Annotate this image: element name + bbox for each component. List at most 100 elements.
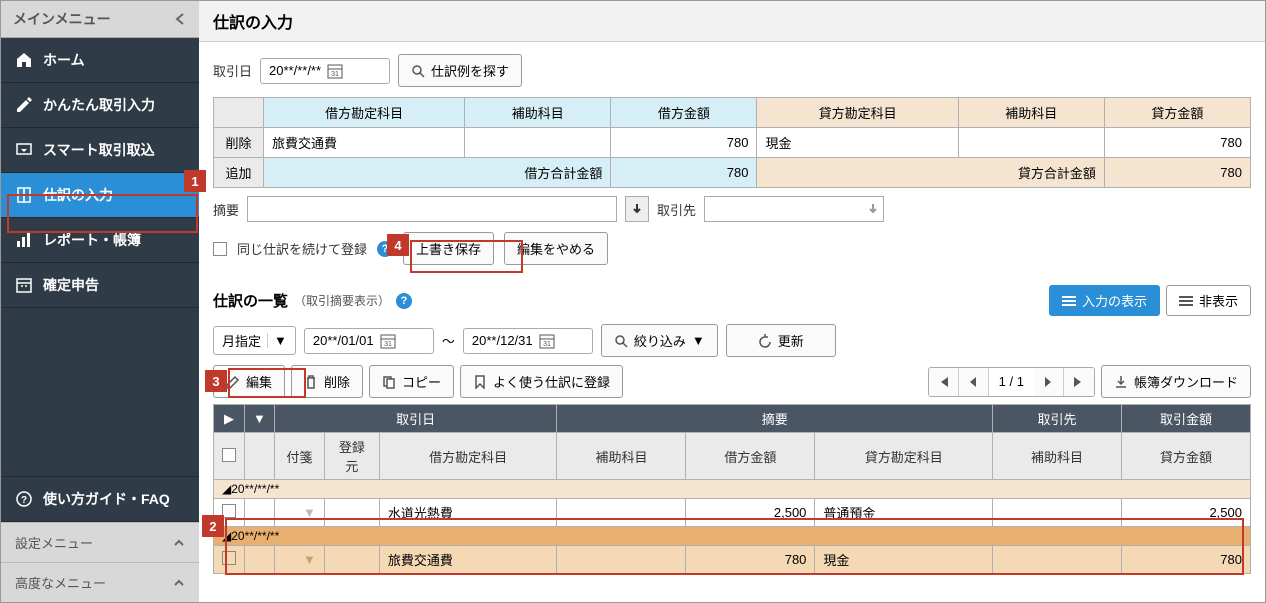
list-title: 仕訳の一覧 （取引摘要表示） ?: [213, 290, 412, 311]
row-tag[interactable]: ▼: [274, 546, 324, 574]
sidebar-advanced-menu[interactable]: 高度なメニュー: [1, 562, 199, 602]
narrow-button[interactable]: 絞り込み ▼: [601, 324, 718, 357]
row-source: [324, 499, 379, 527]
pager-last-button[interactable]: [1064, 368, 1094, 396]
list-item[interactable]: ▼ 旅費交通費 780 現金 780: [214, 546, 1251, 574]
row-checkbox[interactable]: [214, 546, 245, 574]
row-expand[interactable]: [245, 546, 275, 574]
date-from-input[interactable]: 20**/01/01 31: [304, 328, 434, 354]
th-debit-account: 借方勘定科目: [264, 98, 465, 128]
summary-dropdown-button[interactable]: [625, 196, 649, 222]
button-label: 絞り込み: [634, 331, 686, 350]
list-item[interactable]: ▼ 水道光熱費 2,500 普通預金 2,500: [214, 499, 1251, 527]
debit-sub-cell[interactable]: [465, 128, 611, 158]
row-tag[interactable]: ▼: [274, 499, 324, 527]
sidebar-item-reports[interactable]: レポート・帳簿: [1, 218, 199, 263]
credit-account-cell[interactable]: 現金: [757, 128, 958, 158]
sidebar-item-label: レポート・帳簿: [43, 230, 141, 250]
copy-icon: [382, 375, 396, 389]
debit-account-cell[interactable]: 旅費交通費: [264, 128, 465, 158]
pager-prev-button[interactable]: [959, 368, 989, 396]
total-row: 追加 借方合計金額 780 貸方合計金額 780: [214, 158, 1251, 188]
copy-button[interactable]: コピー: [369, 365, 454, 398]
sidebar-item-tax-return[interactable]: 確定申告: [1, 263, 199, 308]
continue-checkbox[interactable]: [213, 242, 227, 256]
button-label: 帳簿ダウンロード: [1134, 372, 1238, 391]
sidebar-item-journal-entry[interactable]: 仕訳の入力: [1, 173, 199, 218]
delete-row-button[interactable]: 削除: [214, 128, 264, 158]
row-credit-sub: [993, 499, 1122, 527]
pager-text: 1 / 1: [989, 374, 1034, 389]
sidebar-item-smart-import[interactable]: スマート取引取込: [1, 128, 199, 173]
next-icon: [1043, 376, 1053, 388]
help-icon[interactable]: ?: [396, 293, 412, 309]
view-show-button[interactable]: 入力の表示: [1049, 285, 1160, 316]
th-debit-sub: 補助科目: [465, 98, 611, 128]
debit-amount-cell[interactable]: 780: [611, 128, 757, 158]
row-debit-account: 旅費交通費: [379, 546, 557, 574]
first-icon: [936, 376, 950, 388]
overwrite-save-button[interactable]: 上書き保存: [403, 232, 494, 265]
th-partner: 取引先: [993, 405, 1122, 433]
page-title: 仕訳の入力: [199, 1, 1265, 42]
th-checkbox[interactable]: [214, 433, 245, 480]
row-debit-sub: [557, 546, 686, 574]
date-value: 20**/**/**: [269, 63, 321, 78]
th-collapse[interactable]: ▼: [245, 405, 275, 433]
debit-total-label: 借方合計金額: [264, 158, 611, 188]
arrow-down-icon: [631, 203, 643, 215]
sidebar-title: メインメニュー: [13, 9, 111, 29]
row-expand[interactable]: [245, 499, 275, 527]
chart-icon: [15, 231, 33, 249]
svg-text:31: 31: [331, 71, 339, 78]
caret-down-icon: ▼: [267, 333, 287, 348]
sidebar-footer: 設定メニュー 高度なメニュー: [1, 522, 199, 602]
sidebar-header: メインメニュー: [1, 1, 199, 38]
group-date-row[interactable]: ◢20**/**/**: [214, 527, 1251, 546]
summary-input[interactable]: [247, 196, 617, 222]
delete-button[interactable]: 削除: [291, 365, 363, 398]
view-hide-button[interactable]: 非表示: [1166, 285, 1251, 316]
sidebar-collapse-icon[interactable]: [173, 12, 187, 26]
pencil-icon: [226, 375, 240, 389]
refresh-icon: [758, 334, 772, 348]
credit-sub-cell[interactable]: [958, 128, 1104, 158]
button-label: 編集をやめる: [517, 239, 595, 258]
th-credit-sub: 補助科目: [958, 98, 1104, 128]
sidebar-item-easy-entry[interactable]: かんたん取引入力: [1, 83, 199, 128]
calendar-icon: [15, 276, 33, 294]
sidebar-item-faq[interactable]: ? 使い方ガイド・FAQ: [1, 476, 199, 522]
chevron-up-icon: [173, 539, 185, 547]
favorite-button[interactable]: よく使う仕訳に登録: [460, 365, 623, 398]
row-credit-amount: 2,500: [1121, 499, 1250, 527]
pager-first-button[interactable]: [929, 368, 959, 396]
button-label: 更新: [778, 331, 804, 350]
pencil-icon: [15, 96, 33, 114]
add-row-button[interactable]: 追加: [214, 158, 264, 188]
download-button[interactable]: 帳簿ダウンロード: [1101, 365, 1251, 398]
date-to-input[interactable]: 20**/12/31 31: [463, 328, 593, 354]
sidebar-item-home[interactable]: ホーム: [1, 38, 199, 83]
credit-amount-cell[interactable]: 780: [1104, 128, 1250, 158]
partner-input[interactable]: [704, 196, 884, 222]
callout-3: 3: [205, 370, 227, 392]
sidebar-settings-menu[interactable]: 設定メニュー: [1, 522, 199, 562]
row-credit-sub: [993, 546, 1122, 574]
search-example-button[interactable]: 仕訳例を探す: [398, 54, 522, 87]
period-select[interactable]: 月指定 ▼: [213, 326, 296, 355]
th-expand[interactable]: ▶: [214, 405, 245, 433]
button-label: 削除: [324, 372, 350, 391]
button-label: 非表示: [1199, 291, 1238, 310]
cancel-edit-button[interactable]: 編集をやめる: [504, 232, 608, 265]
th-tag: 付箋: [274, 433, 324, 480]
sidebar-footer-label: 設定メニュー: [15, 533, 93, 552]
refresh-button[interactable]: 更新: [726, 324, 836, 357]
th-amount: 取引金額: [1121, 405, 1250, 433]
pager-next-button[interactable]: [1034, 368, 1064, 396]
transaction-date-input[interactable]: 20**/**/** 31: [260, 58, 390, 84]
group-date-row[interactable]: ◢20**/**/**: [214, 480, 1251, 499]
button-label: よく使う仕訳に登録: [493, 372, 610, 391]
th-credit-account: 貸方勘定科目: [757, 98, 958, 128]
row-source: [324, 546, 379, 574]
summary-label: 摘要: [213, 200, 239, 219]
